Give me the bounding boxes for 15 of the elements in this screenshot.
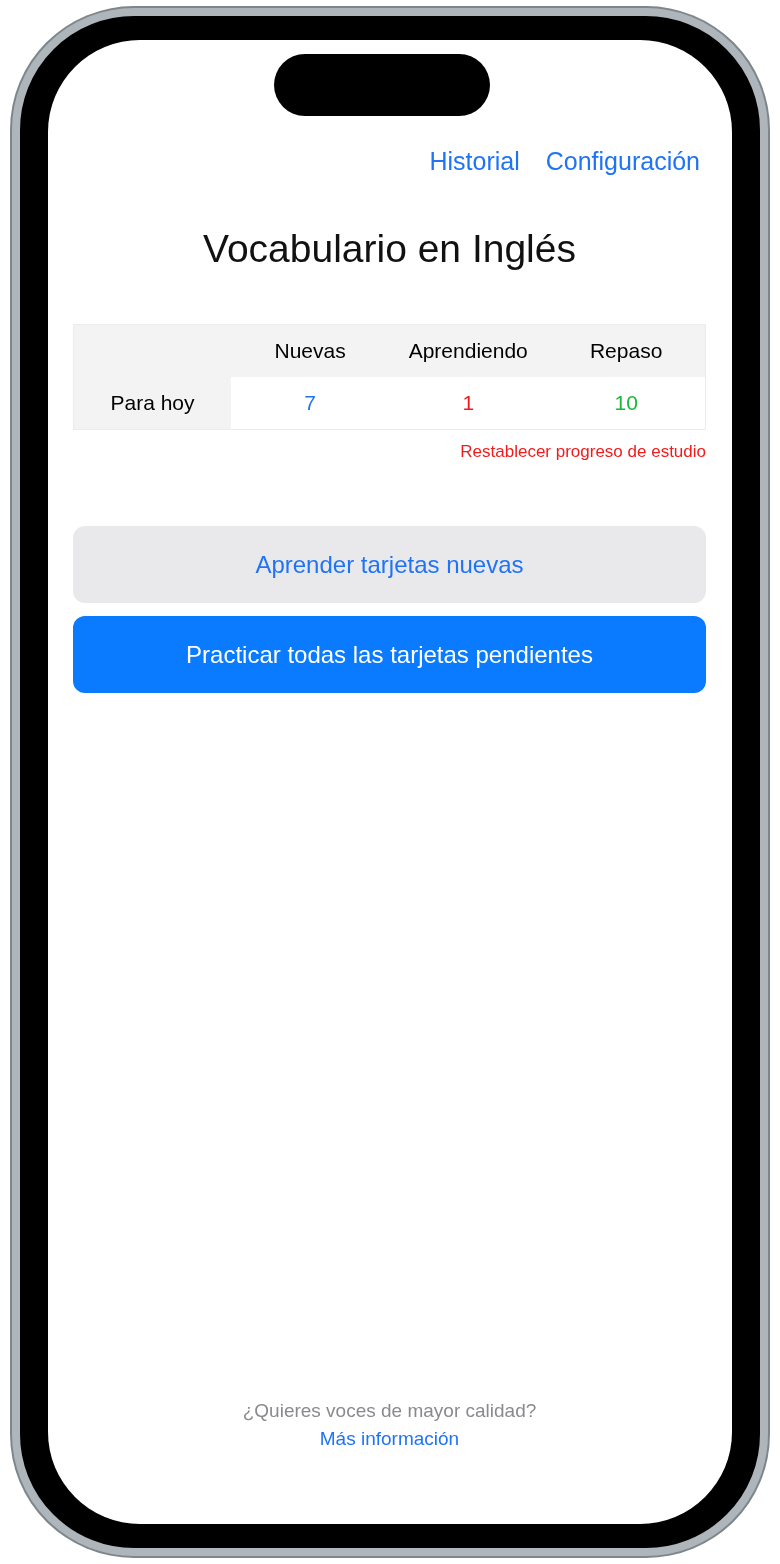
row-header: Para hoy <box>73 377 231 430</box>
column-header: Aprendiendo <box>389 324 548 377</box>
nav-link[interactable]: Historial <box>429 144 520 178</box>
column-header: Nuevas <box>231 324 390 377</box>
deck-title: Vocabulario en Inglés <box>202 226 577 272</box>
count-text: 1 <box>462 391 475 414</box>
count-text: 7 <box>304 391 316 414</box>
more-info-link[interactable]: Más información <box>319 1428 460 1450</box>
count-text: 10 <box>614 391 638 414</box>
practice-button[interactable]: Practicar todas las tarjetas pendientes <box>73 616 706 693</box>
nav-link[interactable]: Configuración <box>545 144 700 178</box>
learn-button[interactable]: Aprender tarjetas nuevas <box>73 526 706 603</box>
footer-text: ¿Quieres voces de mayor calidad? <box>242 1400 537 1422</box>
column-header: Repaso <box>547 324 706 377</box>
reset-progress-link[interactable]: Restablecer progreso de estudio <box>460 442 706 462</box>
